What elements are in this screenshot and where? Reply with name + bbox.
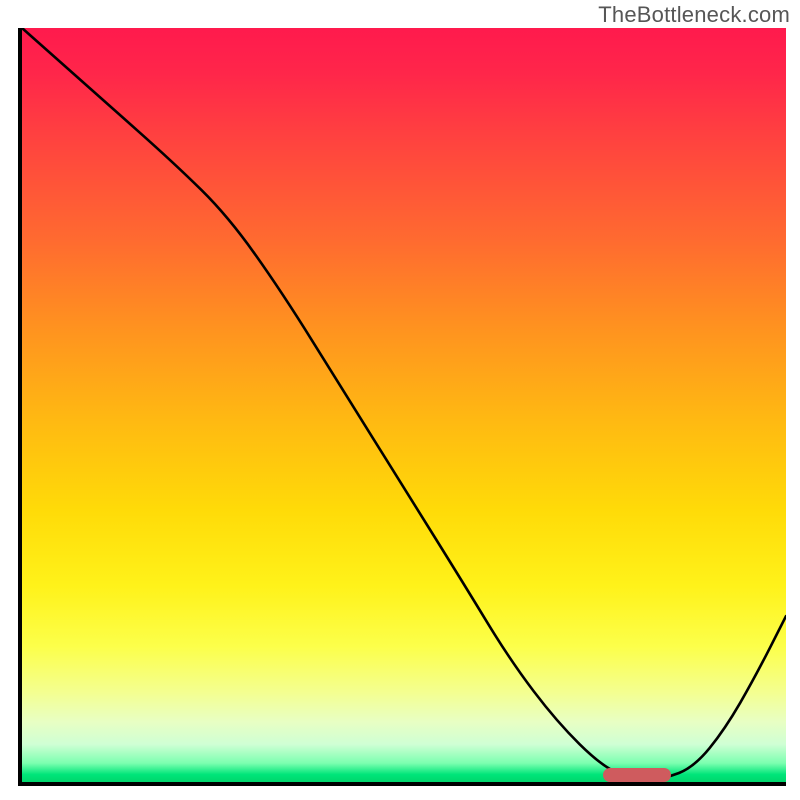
plot-area <box>18 28 786 786</box>
optimal-range-marker <box>603 768 672 782</box>
heat-gradient-background <box>22 28 786 782</box>
chart-container: TheBottleneck.com <box>0 0 800 800</box>
watermark-text: TheBottleneck.com <box>598 2 790 28</box>
